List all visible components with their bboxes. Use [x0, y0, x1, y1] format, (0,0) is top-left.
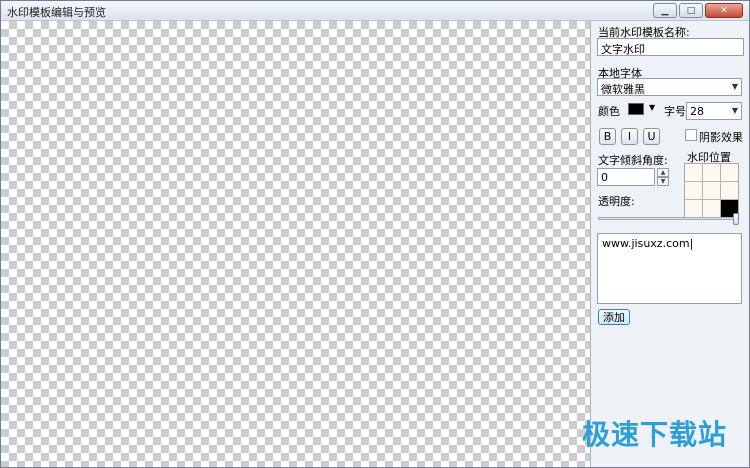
position-top-center[interactable]	[703, 164, 720, 181]
font-size-value: 28	[690, 105, 704, 118]
font-select-value: 微软雅黑	[601, 83, 645, 96]
angle-stepper[interactable]: ▲ ▼	[657, 168, 669, 186]
title-bar: 水印模板编辑与预览 ▁ □ ✕	[1, 1, 749, 21]
position-grid	[684, 163, 739, 218]
maximize-icon: □	[686, 5, 696, 16]
position-middle-center[interactable]	[703, 182, 720, 199]
stepper-up-icon[interactable]: ▲	[657, 168, 669, 177]
position-bottom-center[interactable]	[703, 200, 720, 217]
window-title: 水印模板编辑与预览	[7, 6, 106, 19]
shadow-label: 阴影效果	[699, 131, 743, 144]
bold-button[interactable]: B	[599, 128, 616, 145]
position-middle-right[interactable]	[721, 182, 738, 199]
site-logo: 极速下载站	[581, 418, 727, 451]
position-top-left[interactable]	[685, 164, 702, 181]
close-icon: ✕	[720, 5, 728, 16]
watermark-text-area[interactable]: www.jisuxz.com|	[597, 233, 742, 304]
color-dropdown-icon[interactable]: ▼	[649, 103, 655, 112]
minimize-button[interactable]: ▁	[653, 3, 677, 18]
close-button[interactable]: ✕	[705, 3, 743, 18]
add-button[interactable]: 添加	[598, 309, 630, 325]
minimize-icon: ▁	[661, 5, 669, 16]
text-cursor: |	[689, 237, 694, 250]
maximize-button[interactable]: □	[679, 3, 703, 18]
watermark-text-value: www.jisuxz.com	[602, 237, 690, 250]
preview-canvas[interactable]	[1, 21, 591, 467]
chevron-down-icon: ▼	[731, 106, 738, 115]
position-top-right[interactable]	[721, 164, 738, 181]
opacity-slider-thumb[interactable]	[733, 213, 739, 225]
font-select[interactable]: 微软雅黑 ▼	[597, 78, 742, 96]
watermark-editor-window: 水印模板编辑与预览 ▁ □ ✕ 当前水印模板名称: 文字水印 本地字体 微软雅黑…	[0, 0, 750, 468]
template-name-field[interactable]: 文字水印	[597, 38, 744, 56]
color-swatch[interactable]	[628, 103, 644, 115]
settings-panel: 当前水印模板名称: 文字水印 本地字体 微软雅黑 ▼ 颜色 ▼ 字号 28 ▼ …	[592, 21, 749, 467]
angle-input[interactable]: 0	[597, 168, 655, 186]
angle-label: 文字倾斜角度:	[598, 154, 668, 167]
font-size-label: 字号	[664, 105, 686, 118]
chevron-down-icon: ▼	[731, 82, 738, 91]
position-bottom-left[interactable]	[685, 200, 702, 217]
opacity-slider-track[interactable]	[598, 217, 739, 220]
font-size-select[interactable]: 28 ▼	[686, 102, 742, 120]
underline-button[interactable]: U	[643, 128, 660, 145]
opacity-label: 透明度:	[598, 195, 635, 208]
stepper-down-icon[interactable]: ▼	[657, 177, 669, 186]
color-label: 颜色	[598, 105, 620, 118]
position-middle-left[interactable]	[685, 182, 702, 199]
italic-button[interactable]: I	[621, 128, 638, 145]
shadow-checkbox[interactable]	[685, 129, 697, 141]
